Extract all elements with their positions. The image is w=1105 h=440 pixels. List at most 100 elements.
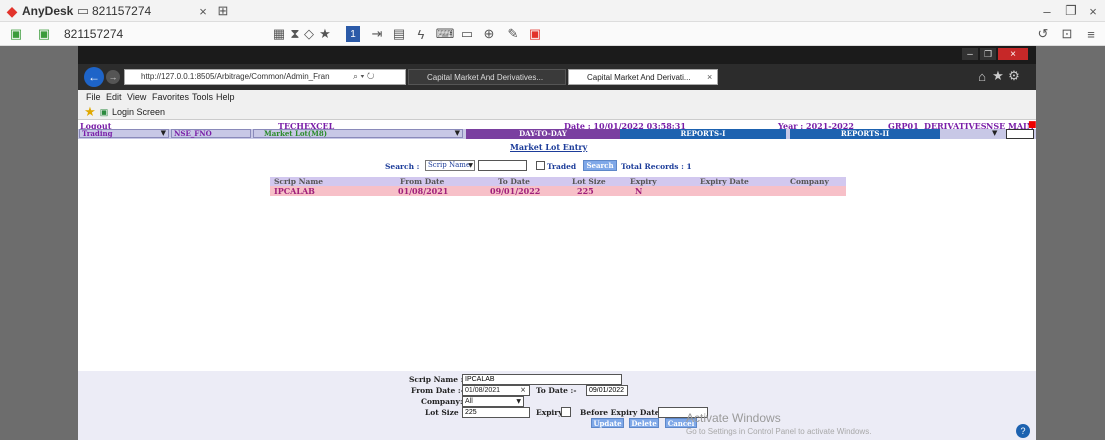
ie-close-icon[interactable]: × xyxy=(998,48,1028,60)
new-tab-icon[interactable]: ⊞ xyxy=(216,3,230,19)
address-url: http://127.0.0.1:8505/Arbitrage/Common/A… xyxy=(141,72,330,81)
chevron-down-icon: ▼ xyxy=(468,162,473,169)
back-arrow-icon[interactable]: ← xyxy=(84,67,104,87)
quick-input[interactable] xyxy=(1006,129,1034,139)
expiry-checkbox[interactable] xyxy=(561,407,571,417)
menu-edit[interactable]: Edit xyxy=(106,92,122,102)
module-menu-bar: Trading ▼ NSE_FNO Market Lot(M8) ▼ DAY-T… xyxy=(78,129,1036,139)
day-to-day-menu[interactable]: DAY-TO-DAY xyxy=(466,129,620,139)
tab-capital-market-1[interactable]: Capital Market And Derivatives... xyxy=(408,69,566,85)
company-select[interactable]: All ▼ xyxy=(462,396,524,407)
actions-lightning-icon[interactable]: ϟ xyxy=(414,26,428,42)
shield-icon[interactable]: ◇ xyxy=(302,26,316,42)
page-select[interactable]: Market Lot(M8) ▼ xyxy=(253,129,463,138)
ie-restore-icon[interactable]: ❐ xyxy=(980,48,996,60)
record-session-icon[interactable]: ▣ xyxy=(528,26,542,42)
remote-desktop-view[interactable]: – ❐ × ← → http://127.0.0.1:8505/Arbitrag… xyxy=(0,46,1105,440)
reports-2-menu[interactable]: REPORTS-II xyxy=(790,129,940,139)
minimize-icon[interactable]: – xyxy=(1040,3,1054,19)
chevron-down-icon: ▼ xyxy=(160,129,166,137)
total-records: Total Records : 1 xyxy=(621,162,692,171)
module-select[interactable]: Trading ▼ xyxy=(79,129,169,138)
col-lot-size: Lot Size xyxy=(572,177,606,186)
cell-expiry: N xyxy=(635,186,643,196)
remote-desktop-icon[interactable]: ▣ xyxy=(36,26,52,42)
address-id: 821157274 xyxy=(64,27,124,41)
favorites-star-icon[interactable]: ★ xyxy=(992,68,1004,83)
search-button[interactable]: Search xyxy=(583,160,617,171)
keyboard-icon[interactable]: ⌨ xyxy=(436,26,455,42)
menu-help[interactable]: Help xyxy=(216,92,235,102)
favorite-star-icon[interactable]: ★ xyxy=(318,26,332,42)
close-tab-icon[interactable]: × xyxy=(196,3,210,19)
help-icon[interactable]: ? xyxy=(1016,424,1030,438)
page-select-value: Market Lot(M8) xyxy=(264,129,328,138)
clear-icon[interactable]: × xyxy=(520,386,526,394)
download-icon[interactable]: ⊡ xyxy=(1060,26,1074,42)
menu-favorites[interactable]: Favorites xyxy=(152,92,189,102)
search-label: Search : xyxy=(385,162,420,171)
anydesk-toolbar: ▣ ▣ 821157274 ▦ ⧗ ◇ ★ 1 ⇥ ▤ ϟ ⌨ ▭ ⊕ ✎ ▣ … xyxy=(0,22,1105,46)
display-1-icon[interactable]: 1 xyxy=(346,26,360,42)
scrip-name-input[interactable] xyxy=(462,374,622,385)
cell-scrip-name[interactable]: IPCALAB xyxy=(274,186,315,196)
close-tab-icon[interactable]: × xyxy=(707,72,712,82)
permissions-icon[interactable]: ▦ xyxy=(272,26,286,42)
cell-from-date: 01/08/2021 xyxy=(398,186,449,196)
switch-sides-icon[interactable]: ⇥ xyxy=(370,26,384,42)
search-refresh-icon[interactable]: ⌕ ▾ ↻ xyxy=(353,71,374,82)
chat-icon[interactable]: ▤ xyxy=(392,26,406,42)
settings-gear-icon[interactable]: ⚙ xyxy=(1008,68,1020,83)
col-scrip-name: Scrip Name xyxy=(274,177,324,186)
search-input[interactable] xyxy=(478,160,527,171)
hourglass-icon[interactable]: ⧗ xyxy=(288,26,302,42)
chevron-down-icon[interactable]: ▼ xyxy=(992,129,997,137)
monitor-icon: ▭ xyxy=(76,3,90,18)
menu-tools[interactable]: Tools xyxy=(192,92,213,102)
internet-explorer-window: – ❐ × ← → http://127.0.0.1:8505/Arbitrag… xyxy=(78,46,1037,440)
hamburger-menu-icon[interactable]: ≡ xyxy=(1084,26,1098,42)
favorites-star-icon[interactable]: ★ xyxy=(84,104,96,119)
file-transfer-icon[interactable]: ⊕ xyxy=(482,26,496,42)
delete-button[interactable]: Delete xyxy=(629,418,659,428)
favorite-login-screen[interactable]: Login Screen xyxy=(112,107,165,117)
ie-favorites-bar: ★ ▣ Login Screen xyxy=(78,104,1036,120)
activate-windows-subtitle: Go to Settings in Control Panel to activ… xyxy=(686,427,872,436)
col-to-date: To Date xyxy=(498,177,530,186)
lot-size-input[interactable] xyxy=(462,407,530,418)
tab-label: Capital Market And Derivatives... xyxy=(427,73,544,82)
restore-icon[interactable]: ❐ xyxy=(1064,3,1078,19)
session-tab-label[interactable]: 821157274 xyxy=(92,4,151,18)
cell-to-date: 09/01/2022 xyxy=(490,186,541,196)
forward-arrow-icon[interactable]: → xyxy=(106,70,120,84)
ie-title-bar: – ❐ × xyxy=(78,46,1036,64)
from-date-value: 01/08/2021 xyxy=(465,387,501,394)
table-row[interactable]: IPCALAB 01/08/2021 09/01/2022 225 N xyxy=(270,186,846,196)
exchange-select[interactable]: NSE_FNO xyxy=(171,129,251,138)
from-date-field[interactable]: 01/08/2021 × xyxy=(462,385,530,396)
tab-label: Capital Market And Derivati... xyxy=(587,73,691,82)
reports-1-menu[interactable]: REPORTS-I xyxy=(620,129,786,139)
entry-form-panel: Scrip Name :- From Date :- 01/08/2021 × … xyxy=(78,371,1036,440)
close-window-icon[interactable]: × xyxy=(1086,3,1100,19)
col-from-date: From Date xyxy=(400,177,445,186)
ie-minimize-icon[interactable]: – xyxy=(962,48,978,60)
history-icon[interactable]: ↺ xyxy=(1036,26,1050,42)
menu-file[interactable]: File xyxy=(86,92,101,102)
home-icon[interactable]: ⌂ xyxy=(976,69,988,84)
cell-lot-size: 225 xyxy=(577,186,594,196)
expiry-label: Expiry xyxy=(536,408,563,417)
display-settings-icon[interactable]: ▭ xyxy=(460,26,474,42)
update-button[interactable]: Update xyxy=(591,418,624,428)
to-date-input[interactable] xyxy=(586,385,628,396)
search-by-select[interactable]: Scrip Name ▼ xyxy=(425,160,475,171)
tab-capital-market-2[interactable]: Capital Market And Derivati... × xyxy=(568,69,718,85)
ie-menu-bar: File Edit View Favorites Tools Help xyxy=(78,90,1036,104)
menu-view[interactable]: View xyxy=(127,92,146,102)
page-title: Market Lot Entry xyxy=(510,142,588,152)
address-bar[interactable]: http://127.0.0.1:8505/Arbitrage/Common/A… xyxy=(124,69,406,85)
traded-label: Traded xyxy=(547,162,577,171)
search-by-value: Scrip Name xyxy=(428,161,471,169)
traded-checkbox[interactable] xyxy=(536,161,545,170)
draw-pen-icon[interactable]: ✎ xyxy=(506,26,520,42)
